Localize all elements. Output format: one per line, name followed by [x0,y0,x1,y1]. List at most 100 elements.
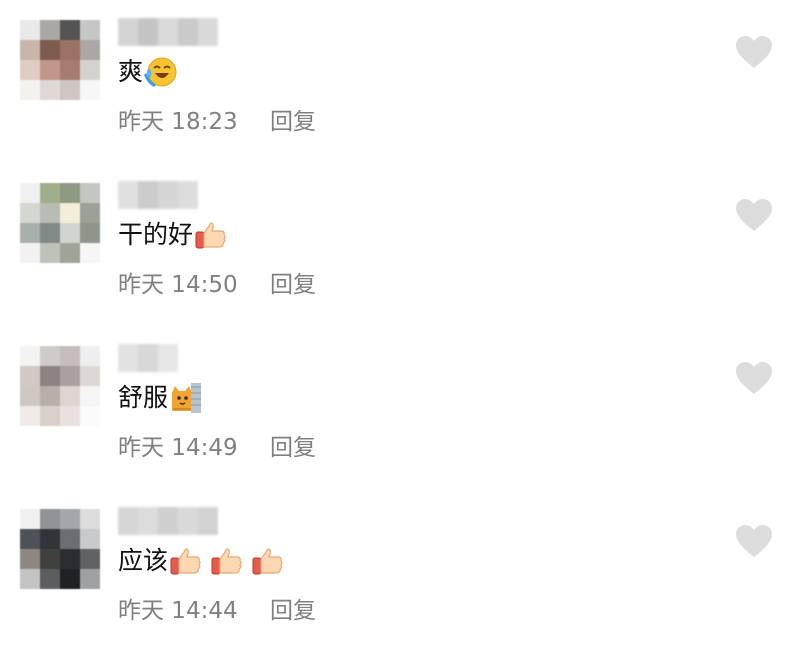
username-pixel [158,18,178,46]
avatar-pixel [20,386,40,406]
comment-emojis [194,218,228,252]
avatar-pixel [60,203,80,223]
avatar-pixel [80,346,100,366]
avatar-pixel [80,569,100,589]
avatar-pixel [20,80,40,100]
comment-time: 昨天 14:49 [118,435,238,461]
reply-button[interactable]: 回复 [270,434,316,462]
avatar[interactable] [20,183,100,263]
avatar-pixel [40,80,60,100]
avatar-pixel [60,183,80,203]
avatar-pixel [20,509,40,529]
username-pixel [138,18,158,46]
comment-text-label: 舒服 [118,383,169,412]
heart-icon[interactable] [734,523,774,559]
avatar[interactable] [20,509,100,589]
username-pixel [138,181,158,209]
avatar-pixel [20,243,40,263]
comment-emojis [169,381,203,415]
avatar-pixel [80,386,100,406]
username-pixel [178,181,198,209]
reply-button[interactable]: 回复 [270,597,316,625]
avatar-pixel [60,60,80,80]
comment-item-1: 爽 昨天 18:23 回复 [0,0,800,160]
avatar-pixel [60,80,80,100]
avatar-pixel [60,346,80,366]
avatar-pixel [80,243,100,263]
avatar-pixel [40,366,60,386]
comment-meta: 昨天 14:44 回复 [118,597,316,625]
username-pixel [178,507,198,535]
reply-button[interactable]: 回复 [270,271,316,299]
avatar-pixel [60,243,80,263]
avatar-pixel [80,60,100,80]
comment-emojis [169,544,285,578]
avatar-pixel [40,386,60,406]
avatar-pixel [80,529,100,549]
comment-text: 应该 [118,545,285,577]
avatar-pixel [20,203,40,223]
username-pixel [118,507,138,535]
comment-text: 舒服 [118,382,203,414]
avatar-pixel [20,183,40,203]
comment-text-label: 应该 [118,546,169,575]
avatar-pixel [60,20,80,40]
avatar-pixel [80,20,100,40]
comment-time: 昨天 18:23 [118,109,238,135]
avatar-pixel [40,549,60,569]
avatar[interactable] [20,20,100,100]
avatar-pixel [60,386,80,406]
avatar-pixel [40,569,60,589]
avatar-pixel [80,406,100,426]
avatar-pixel [80,40,100,60]
comment-time: 昨天 14:44 [118,598,238,624]
avatar-pixel [60,509,80,529]
heart-icon[interactable] [734,197,774,233]
avatar-pixel [40,529,60,549]
username-pixel [118,18,138,46]
avatar-pixel [60,366,80,386]
avatar-pixel [60,569,80,589]
avatar-pixel [80,549,100,569]
avatar-pixel [40,223,60,243]
username-pixel [158,181,178,209]
username-blurred[interactable] [118,18,218,46]
comment-time: 昨天 14:50 [118,272,238,298]
comment-text-label: 干的好 [118,220,194,249]
avatar-pixel [60,529,80,549]
avatar-pixel [20,223,40,243]
avatar-pixel [40,243,60,263]
avatar-pixel [20,346,40,366]
avatar-pixel [40,20,60,40]
avatar-pixel [20,529,40,549]
thumbs-up-emoji [251,544,285,578]
comment-item-3: 舒服 昨天 14:49 回复 [0,326,800,486]
heart-icon[interactable] [734,34,774,70]
avatar-pixel [20,60,40,80]
username-pixel [138,507,158,535]
reply-button[interactable]: 回复 [270,108,316,136]
avatar-pixel [60,549,80,569]
avatar-pixel [20,366,40,386]
avatar-pixel [80,223,100,243]
thumbs-up-emoji [169,544,203,578]
comment-meta: 昨天 14:49 回复 [118,434,316,462]
username-blurred[interactable] [118,344,178,372]
username-blurred[interactable] [118,181,198,209]
comment-text: 干的好 [118,219,228,251]
avatar-pixel [80,203,100,223]
avatar-pixel [40,60,60,80]
avatar-pixel [20,40,40,60]
avatar-pixel [40,203,60,223]
username-pixel [158,344,178,372]
cat-peek-emoji [169,381,203,415]
avatar-pixel [80,183,100,203]
username-pixel [198,507,218,535]
comment-text-label: 爽 [118,57,144,86]
avatar-pixel [40,406,60,426]
avatar[interactable] [20,346,100,426]
heart-icon[interactable] [734,360,774,396]
avatar-pixel [80,366,100,386]
avatar-pixel [80,80,100,100]
username-blurred[interactable] [118,507,218,535]
